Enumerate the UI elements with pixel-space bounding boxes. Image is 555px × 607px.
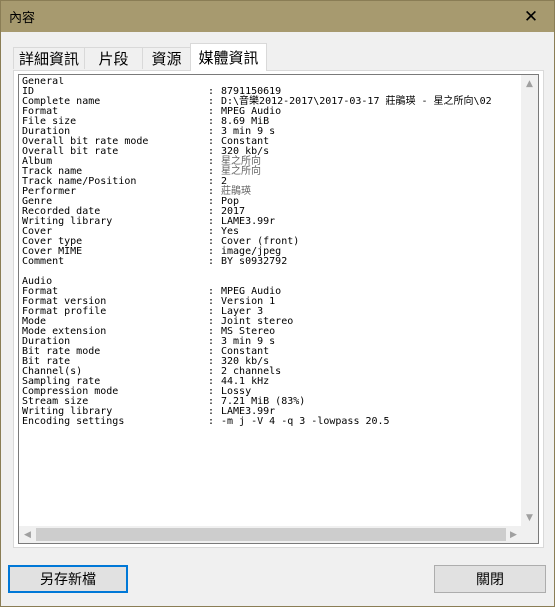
title-bar[interactable]: 內容 ✕ (1, 1, 554, 32)
info-key: Encoding settings (22, 416, 125, 427)
info-row: Overall bit rate:320 kb/s (22, 147, 518, 157)
info-value: 星之所向 (221, 166, 261, 177)
info-value: -m j -V 4 -q 3 -lowpass 20.5 (221, 416, 390, 427)
info-row: Bit rate mode: Constant (22, 347, 518, 357)
scrollbar-corner (521, 526, 538, 543)
info-key: Comment (22, 256, 65, 267)
tab-clips[interactable]: 片段 (84, 47, 143, 69)
tab-resources[interactable]: 資源 (142, 47, 191, 69)
save-new-button[interactable]: 另存新檔 (8, 565, 128, 593)
mediainfo-panel: General ID:8791150619 Complete name: D:\音樂2… (13, 70, 544, 548)
horizontal-scroll-thumb[interactable] (36, 528, 506, 541)
info-separator: : (208, 256, 215, 267)
window-title: 內容 (9, 11, 36, 26)
close-icon[interactable]: ✕ (508, 1, 554, 32)
scroll-left-icon[interactable]: ◀ (19, 526, 36, 543)
info-row: Track name/Position:2 (22, 177, 518, 187)
tab-details[interactable]: 詳細資訊 (13, 47, 85, 69)
info-row: Encoding settings: -m j -V 4 -q 3 -lowpas… (22, 417, 518, 427)
close-button[interactable]: 關閉 (434, 565, 546, 593)
info-row: Performer: 莊鵑瑛 (22, 187, 518, 197)
info-row: Comment: BY s0932792 (22, 257, 518, 267)
info-row: Writing library: LAME3.99r (22, 217, 518, 227)
mediainfo-text: General ID:8791150619 Complete name: D:\音樂2… (22, 77, 518, 525)
scroll-down-icon[interactable]: ▼ (521, 509, 538, 526)
horizontal-scrollbar[interactable]: ◀ ▶ (19, 526, 522, 543)
scroll-up-icon[interactable]: ▲ (521, 75, 538, 92)
info-row: Format: MPEG Audio (22, 107, 518, 117)
info-separator: : (208, 416, 215, 427)
info-row: Album: 星之所向 (22, 157, 518, 167)
info-value: BY s0932792 (221, 256, 288, 267)
scroll-right-icon[interactable]: ▶ (505, 526, 522, 543)
tab-mediainfo[interactable]: 媒體資訊 (190, 43, 267, 71)
vertical-scrollbar[interactable]: ▲ ▼ (521, 75, 538, 526)
mediainfo-textbox[interactable]: General ID:8791150619 Complete name: D:\音樂2… (18, 74, 539, 544)
properties-window: 內容 ✕ 詳細資訊 片段 資源 媒體資訊 General ID:879115061… (0, 0, 555, 607)
